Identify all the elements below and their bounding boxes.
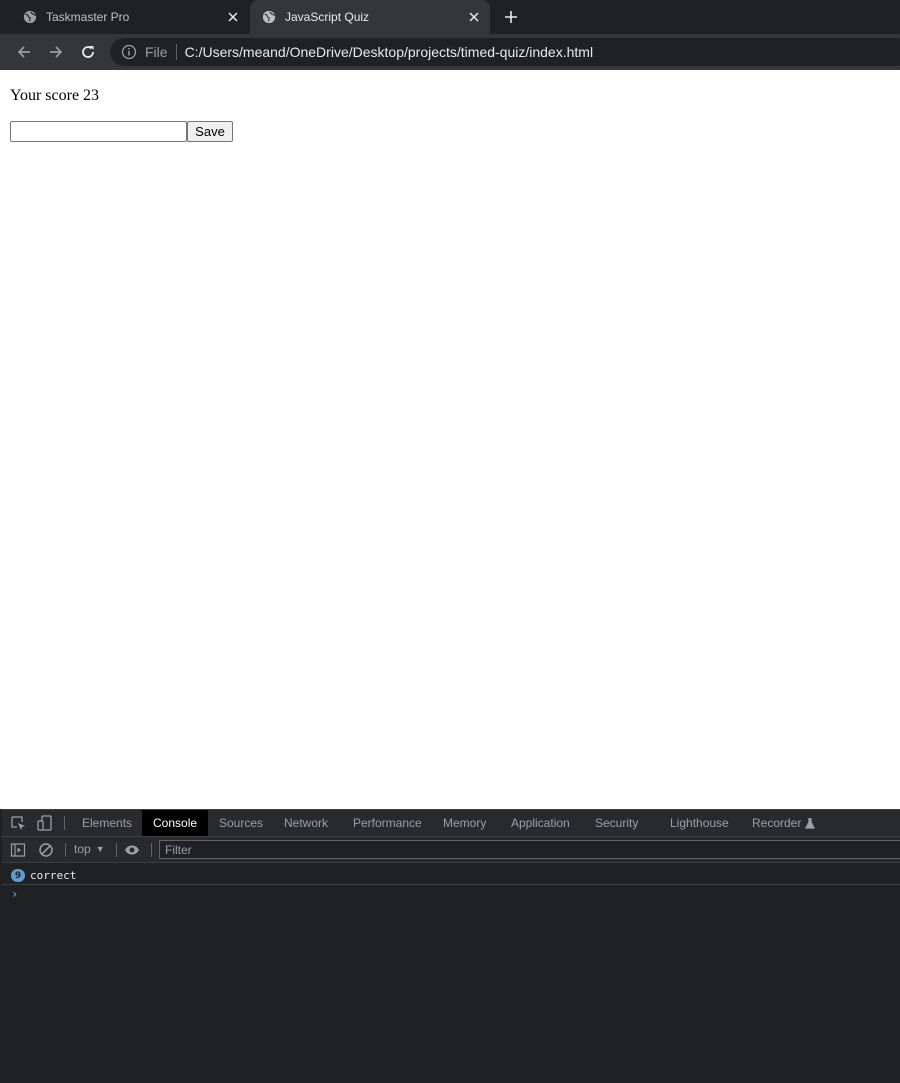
tab-sources[interactable]: Sources [208, 810, 274, 836]
tab-lighthouse[interactable]: Lighthouse [659, 810, 740, 836]
tab-title: JavaScript Quiz [285, 10, 370, 24]
info-icon[interactable] [121, 44, 137, 60]
new-tab-button[interactable] [501, 7, 521, 27]
tab-security[interactable]: Security [584, 810, 649, 836]
score-text: Your score 23 [10, 87, 100, 104]
page-viewport: Your score 23 Save [2, 70, 900, 809]
plus-icon [505, 11, 517, 23]
close-tab-icon[interactable] [225, 9, 241, 25]
device-toolbar-icon[interactable] [37, 815, 53, 831]
tab-elements[interactable]: Elements [71, 810, 143, 836]
tab-title: Taskmaster Pro [46, 10, 130, 24]
show-sidebar-icon[interactable] [10, 842, 26, 858]
reload-button[interactable] [76, 40, 100, 64]
tab-performance[interactable]: Performance [342, 810, 433, 836]
url-text[interactable]: C:/Users/meand/OneDrive/Desktop/projects… [185, 44, 594, 60]
eye-icon[interactable] [124, 842, 140, 858]
context-label: top [74, 842, 91, 856]
initials-input[interactable] [10, 121, 187, 142]
toolbar-divider [64, 816, 65, 830]
forward-button[interactable] [44, 40, 68, 64]
back-button[interactable] [12, 40, 36, 64]
log-message: correct [30, 869, 77, 882]
browser-tab-javascript-quiz[interactable]: JavaScript Quiz [250, 0, 490, 34]
toolbar-divider [65, 843, 66, 857]
caret-down-icon: ▼ [95, 844, 105, 854]
reload-icon [82, 46, 94, 58]
repeat-count-badge: 9 [11, 869, 25, 882]
save-button[interactable]: Save [187, 121, 233, 142]
tab-recorder-label: Recorder [752, 816, 802, 830]
scheme-label: File [145, 44, 168, 60]
devtools-tab-bar: Elements Console Sources Network Perform… [2, 810, 900, 837]
tab-memory[interactable]: Memory [432, 810, 497, 836]
address-bar[interactable]: File C:/Users/meand/OneDrive/Desktop/pro… [110, 38, 900, 66]
browser-tab-strip: Taskmaster Pro JavaScript Quiz [0, 0, 900, 34]
arrow-left-icon [17, 46, 30, 58]
arrow-right-icon [50, 46, 63, 58]
console-filter-input[interactable]: Filter [159, 840, 900, 859]
globe-icon [23, 10, 37, 24]
browser-tab-taskmaster[interactable]: Taskmaster Pro [0, 0, 249, 34]
console-toolbar: top ▼ Filter [2, 837, 900, 863]
clear-console-icon[interactable] [38, 842, 54, 858]
tab-console[interactable]: Console [142, 810, 209, 836]
console-prompt[interactable]: › [11, 887, 18, 901]
tab-application[interactable]: Application [500, 810, 581, 836]
globe-icon [262, 10, 276, 24]
context-selector[interactable]: top ▼ [74, 842, 105, 856]
inspect-element-icon[interactable] [10, 815, 26, 831]
tab-recorder[interactable]: Recorder [741, 810, 826, 836]
browser-toolbar: File C:/Users/meand/OneDrive/Desktop/pro… [0, 34, 900, 70]
console-log-row: 9 correct [2, 867, 900, 885]
filter-placeholder: Filter [165, 842, 192, 857]
close-tab-icon[interactable] [466, 9, 482, 25]
tab-network[interactable]: Network [273, 810, 339, 836]
experiment-flask-icon [805, 817, 816, 829]
devtools-panel: Elements Console Sources Network Perform… [2, 809, 900, 1083]
toolbar-divider [116, 843, 117, 857]
address-divider [175, 44, 177, 60]
toolbar-divider [151, 843, 152, 857]
